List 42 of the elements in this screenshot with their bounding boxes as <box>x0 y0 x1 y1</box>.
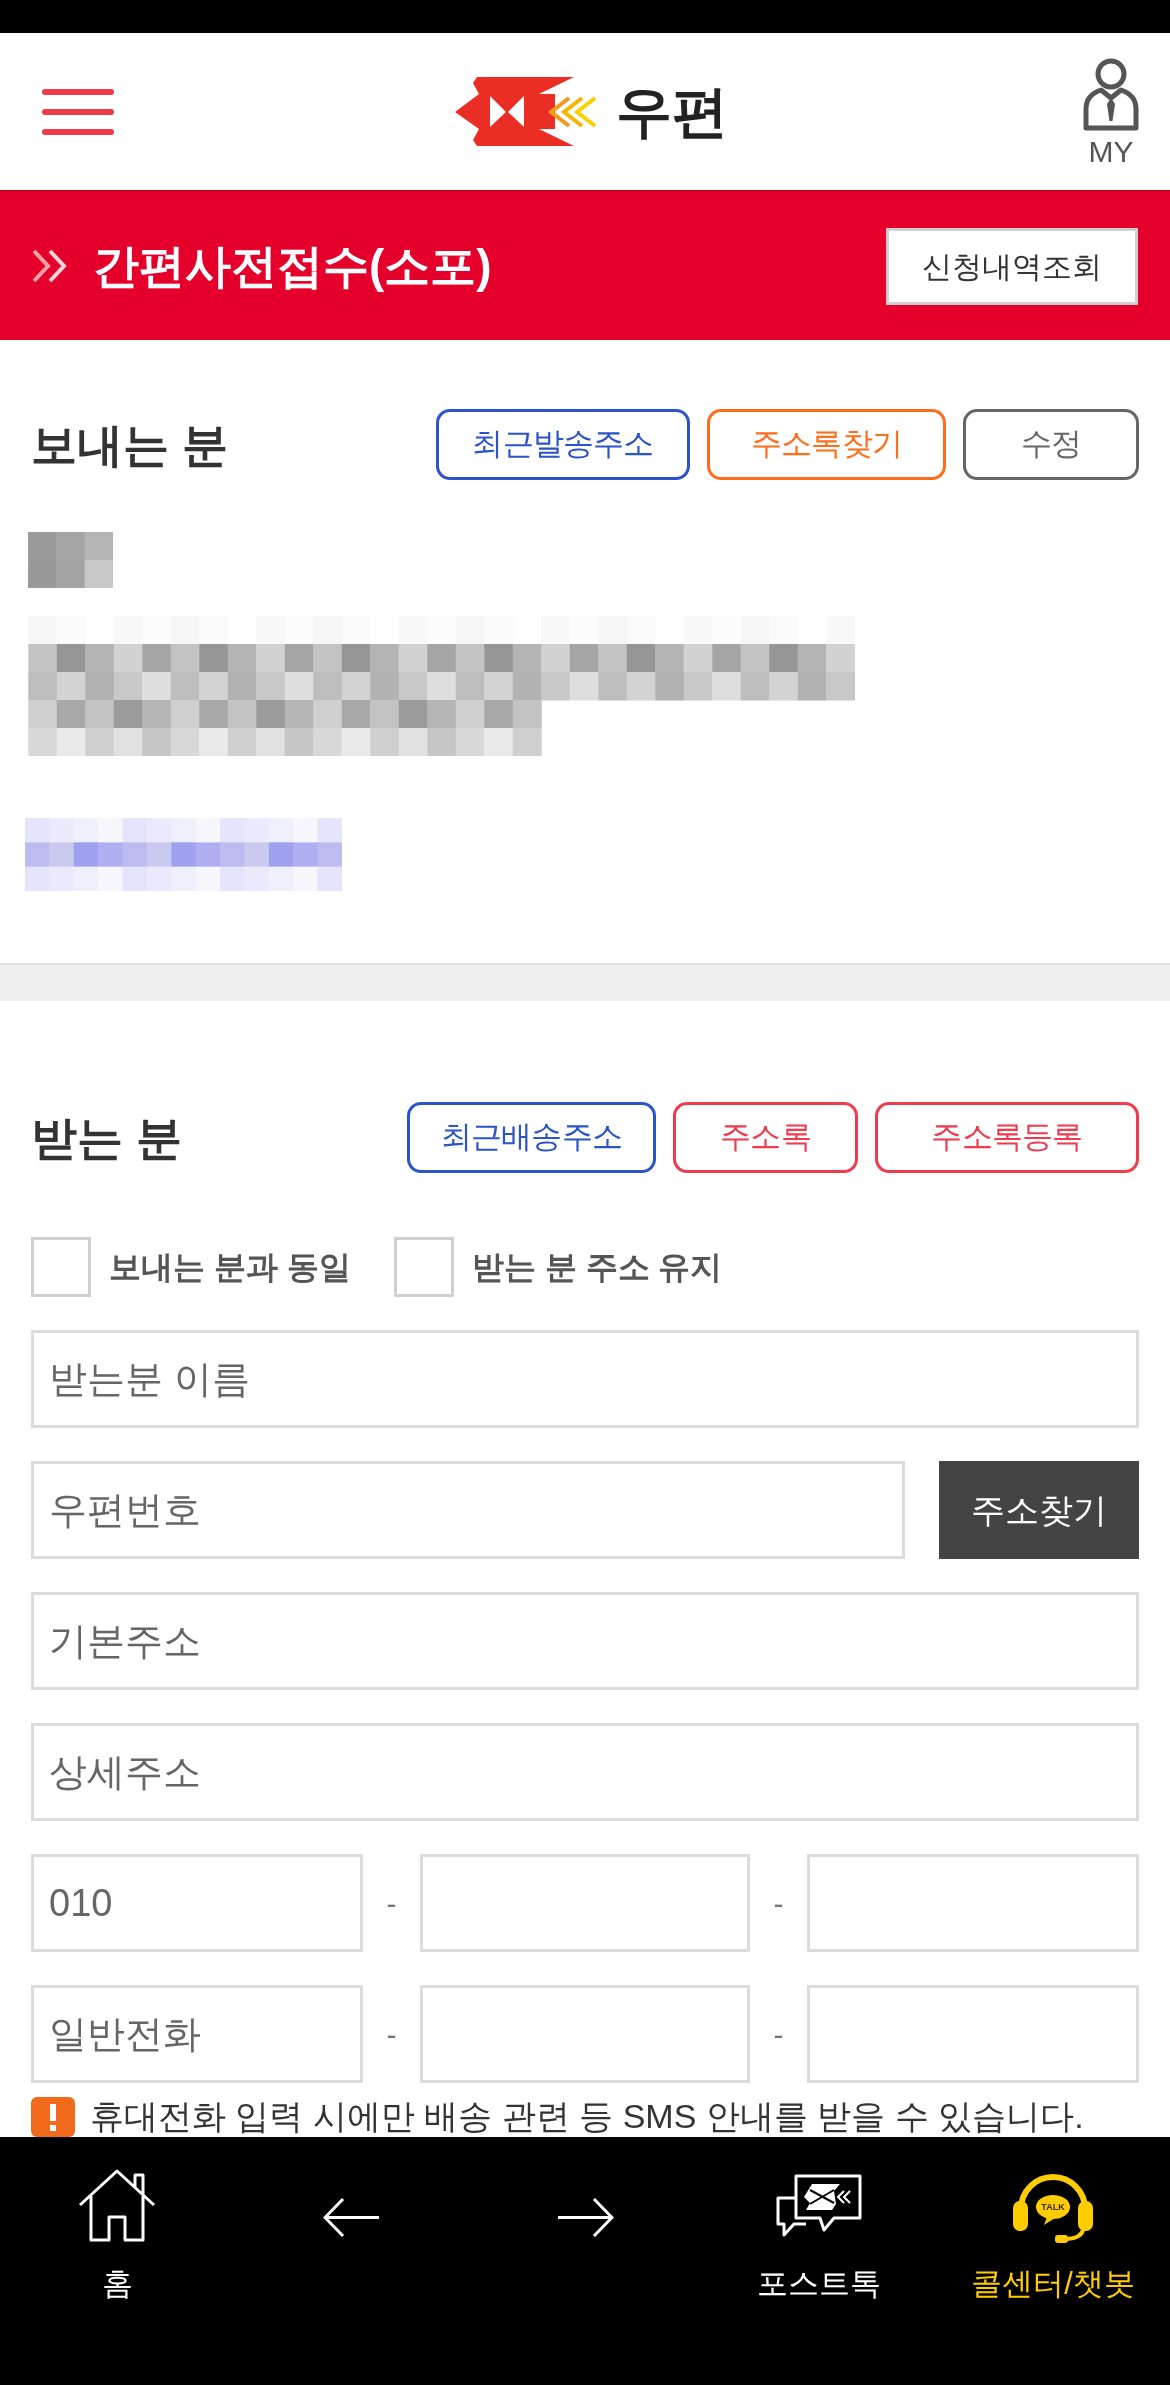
home-button[interactable]: 홈 <box>77 2166 157 2302</box>
phone-field[interactable] <box>807 1854 1139 1952</box>
call-center-button[interactable]: TALK 콜센터/챗봇 <box>971 2166 1135 2302</box>
address-button[interactable]: 주소록 <box>673 1102 858 1173</box>
address-search-button[interactable]: 주소찾기 <box>939 1461 1139 1559</box>
address-field[interactable]: 기본주소 <box>31 1592 1139 1690</box>
phone-field[interactable]: 010 <box>31 1854 363 1952</box>
forward-arrow-icon[interactable] <box>556 2197 614 2238</box>
address-button[interactable]: 수정 <box>963 409 1139 480</box>
back-arrow-icon[interactable] <box>322 2197 380 2238</box>
checkbox-label[interactable]: 보내는 분과 동일 <box>109 1251 351 1283</box>
exclamation-icon <box>31 2097 75 2137</box>
sender-heading: 보내는 분 <box>31 421 228 468</box>
phone-separator: - <box>385 2016 398 2053</box>
logo-text: 우편 <box>615 83 728 140</box>
chat-bubbles-icon <box>776 2173 862 2237</box>
user-icon <box>1082 56 1140 131</box>
phone-field[interactable] <box>420 1985 750 2083</box>
address-button[interactable]: 최근배송주소 <box>407 1102 656 1173</box>
phone-separator: - <box>772 1885 785 1922</box>
phone-field[interactable] <box>420 1854 750 1952</box>
postcode-field[interactable]: 우편번호 <box>31 1461 905 1559</box>
checkbox-label[interactable]: 받는 분 주소 유지 <box>471 1251 723 1283</box>
menu-icon[interactable] <box>42 88 114 135</box>
home-icon <box>77 2167 157 2243</box>
my-page-link[interactable]: MY <box>1082 56 1140 167</box>
recipient-name-field[interactable]: 받는분 이름 <box>31 1330 1139 1428</box>
headset-icon <box>1013 2174 1093 2243</box>
phone-separator: - <box>385 1885 398 1922</box>
sms-notice-text: 휴대전화 입력 시에만 배송 관련 등 SMS 안내를 받을 수 있습니다. <box>90 2097 1084 2135</box>
phone-field[interactable] <box>807 1985 1139 2083</box>
address-button[interactable]: 최근발송주소 <box>436 409 690 480</box>
checkbox[interactable] <box>31 1237 91 1297</box>
double-chevron-icon <box>31 248 69 284</box>
history-button[interactable]: 신청내역조회 <box>886 227 1138 305</box>
checkbox[interactable] <box>393 1237 454 1297</box>
address-button[interactable]: 주소록등록 <box>875 1102 1139 1173</box>
posttalk-button[interactable]: 포스트톡 <box>757 2166 881 2302</box>
address-field[interactable]: 상세주소 <box>31 1723 1139 1821</box>
receiver-heading: 받는 분 <box>31 1114 182 1161</box>
phone-separator: - <box>772 2016 785 2053</box>
phone-field[interactable]: 일반전화 <box>31 1985 363 2083</box>
